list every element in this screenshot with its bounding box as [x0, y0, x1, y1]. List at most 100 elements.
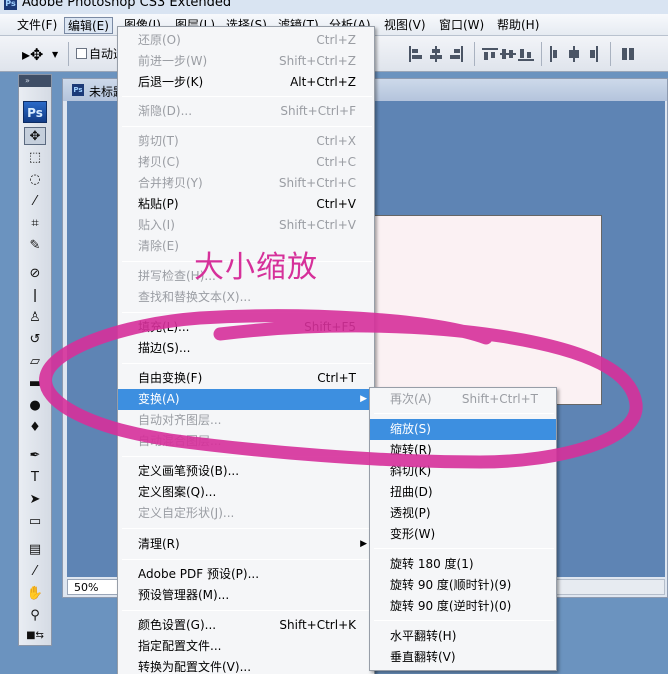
submenu-item-flip-horizontal[interactable]: 水平翻转(H): [370, 626, 556, 647]
menu-item-auto-blend-layers[interactable]: 自动混合图层...: [118, 431, 374, 452]
submenu-item-rotate-180[interactable]: 旋转 180 度(1): [370, 554, 556, 575]
clone-stamp-tool-icon[interactable]: ♙: [24, 309, 46, 327]
eyedropper-tool-icon[interactable]: ⁄: [24, 563, 46, 581]
menu-edit[interactable]: 编辑(E): [64, 17, 113, 34]
menu-item-paste[interactable]: 粘贴(P) Ctrl+V: [118, 194, 374, 215]
menu-item-copy[interactable]: 拷贝(C) Ctrl+C: [118, 152, 374, 173]
submenu-item-perspective[interactable]: 透视(P): [370, 503, 556, 524]
menu-item-color-settings[interactable]: 颜色设置(G)... Shift+Ctrl+K: [118, 615, 374, 636]
menu-item-preset-manager[interactable]: 预设管理器(M)...: [118, 585, 374, 606]
type-tool-icon[interactable]: T: [24, 469, 46, 487]
lasso-tool-icon[interactable]: ◌: [24, 171, 46, 189]
distribute-vcenter-icon[interactable]: [500, 46, 516, 62]
submenu-item-warp[interactable]: 变形(W): [370, 524, 556, 545]
options-separator: [541, 42, 542, 66]
move-tool-preset-icon[interactable]: ▸✥: [22, 45, 43, 64]
menu-item-define-custom-shape[interactable]: 定义自定形状(J)...: [118, 503, 374, 524]
menu-item-adobe-pdf-presets[interactable]: Adobe PDF 预设(P)...: [118, 564, 374, 585]
distribute-right-icon[interactable]: [584, 46, 600, 62]
healing-brush-tool-icon[interactable]: ⊘: [24, 265, 46, 283]
menu-item-free-transform[interactable]: 自由变换(F) Ctrl+T: [118, 368, 374, 389]
menu-item-auto-align-layers[interactable]: 自动对齐图层...: [118, 410, 374, 431]
menu-file[interactable]: 文件(F): [14, 17, 60, 34]
submenu-item-label: 透视(P): [390, 506, 431, 520]
dodge-tool-icon[interactable]: ♦: [24, 419, 46, 437]
menu-item-convert-to-profile[interactable]: 转换为配置文件(V)...: [118, 657, 374, 674]
menu-item-fill[interactable]: 填充(L)... Shift+F5: [118, 317, 374, 338]
pen-tool-icon[interactable]: ✒: [24, 447, 46, 465]
chevron-down-icon[interactable]: ▼: [52, 50, 58, 59]
photoshop-badge-icon[interactable]: Ps: [23, 101, 47, 123]
menu-item-label: 颜色设置(G)...: [138, 618, 217, 632]
auto-select-checkbox[interactable]: [76, 48, 87, 59]
image-canvas[interactable]: [372, 215, 602, 405]
window-titlebar: Ps Adobe Photoshop CS3 Extended: [0, 0, 668, 14]
menu-item-define-brush[interactable]: 定义画笔预设(B)...: [118, 461, 374, 482]
menu-window[interactable]: 窗口(W): [436, 17, 487, 34]
menu-item-fade[interactable]: 渐隐(D)... Shift+Ctrl+F: [118, 101, 374, 122]
panel-grip-icon[interactable]: »: [19, 75, 51, 87]
submenu-arrow-icon: ▶: [360, 394, 367, 404]
menu-separator: [122, 610, 372, 611]
blur-tool-icon[interactable]: ●: [24, 397, 46, 415]
menu-item-assign-profile[interactable]: 指定配置文件...: [118, 636, 374, 657]
submenu-item-rotate-90-cw[interactable]: 旋转 90 度(顺时针)(9): [370, 575, 556, 596]
submenu-item-scale[interactable]: 缩放(S): [370, 419, 556, 440]
menu-item-find-replace[interactable]: 查找和替换文本(X)...: [118, 287, 374, 308]
shape-tool-icon[interactable]: ▭: [24, 513, 46, 531]
align-right-icon[interactable]: [448, 46, 464, 62]
menu-item-transform[interactable]: 变换(A) ▶: [118, 389, 374, 410]
menu-item-copy-merged[interactable]: 合并拷贝(Y) Shift+Ctrl+C: [118, 173, 374, 194]
color-swatches-icon[interactable]: ■⇆: [24, 627, 46, 645]
distribute-bottom-icon[interactable]: [518, 46, 534, 62]
eraser-tool-icon[interactable]: ▱: [24, 353, 46, 371]
submenu-item-rotate-90-ccw[interactable]: 旋转 90 度(逆时针)(0): [370, 596, 556, 617]
move-tool-icon[interactable]: ✥: [24, 127, 46, 145]
distribute-top-icon[interactable]: [482, 46, 498, 62]
menu-item-define-pattern[interactable]: 定义图案(Q)...: [118, 482, 374, 503]
brush-tool-icon[interactable]: ǀ: [24, 287, 46, 305]
submenu-item-label: 变形(W): [390, 527, 436, 541]
menu-item-paste-into[interactable]: 贴入(I) Shift+Ctrl+V: [118, 215, 374, 236]
notes-tool-icon[interactable]: ▤: [24, 541, 46, 559]
submenu-item-again[interactable]: 再次(A) Shift+Ctrl+T: [370, 389, 556, 410]
align-left-icon[interactable]: [408, 46, 424, 62]
submenu-item-label: 扭曲(D): [390, 485, 433, 499]
marquee-tool-icon[interactable]: ⬚: [24, 149, 46, 167]
menu-item-label: 合并拷贝(Y): [138, 176, 203, 190]
transform-submenu: 再次(A) Shift+Ctrl+T 缩放(S) 旋转(R) 斜切(K) 扭曲(D…: [369, 387, 557, 671]
gradient-tool-icon[interactable]: ▬: [24, 375, 46, 393]
align-hcenter-icon[interactable]: [428, 46, 444, 62]
history-brush-tool-icon[interactable]: ↺: [24, 331, 46, 349]
path-selection-tool-icon[interactable]: ➤: [24, 491, 46, 509]
submenu-item-distort[interactable]: 扭曲(D): [370, 482, 556, 503]
submenu-item-skew[interactable]: 斜切(K): [370, 461, 556, 482]
menu-item-shortcut: Shift+Ctrl+F: [280, 104, 356, 118]
menu-item-cut[interactable]: 剪切(T) Ctrl+X: [118, 131, 374, 152]
menu-item-label: 填充(L)...: [138, 320, 190, 334]
magic-wand-tool-icon[interactable]: ⁄: [24, 193, 46, 211]
menu-item-step-forward[interactable]: 前进一步(W) Shift+Ctrl+Z: [118, 51, 374, 72]
menu-item-undo[interactable]: 还原(O) Ctrl+Z: [118, 30, 374, 51]
menu-help[interactable]: 帮助(H): [494, 17, 542, 34]
menu-separator: [122, 528, 372, 529]
distribute-hcenter-icon[interactable]: [566, 46, 582, 62]
menu-item-shortcut: Shift+Ctrl+K: [279, 618, 356, 632]
menu-item-purge[interactable]: 清理(R) ▶: [118, 534, 374, 555]
submenu-item-label: 旋转 90 度(逆时针)(0): [390, 599, 512, 613]
menu-view[interactable]: 视图(V): [381, 17, 429, 34]
menu-item-label: 清除(E): [138, 239, 179, 253]
menu-item-label: Adobe PDF 预设(P)...: [138, 567, 260, 581]
submenu-item-rotate[interactable]: 旋转(R): [370, 440, 556, 461]
menu-item-step-backward[interactable]: 后退一步(K) Alt+Ctrl+Z: [118, 72, 374, 93]
slice-tool-icon[interactable]: ✎: [24, 237, 46, 255]
submenu-item-label: 缩放(S): [390, 422, 431, 436]
menu-item-shortcut: Ctrl+T: [317, 371, 356, 385]
submenu-item-flip-vertical[interactable]: 垂直翻转(V): [370, 647, 556, 668]
distribute-left-icon[interactable]: [548, 46, 564, 62]
hand-tool-icon[interactable]: ✋: [24, 585, 46, 603]
menu-item-stroke[interactable]: 描边(S)...: [118, 338, 374, 359]
zoom-tool-icon[interactable]: ⚲: [24, 607, 46, 625]
auto-align-layers-icon[interactable]: [620, 46, 636, 62]
crop-tool-icon[interactable]: ⌗: [24, 215, 46, 233]
